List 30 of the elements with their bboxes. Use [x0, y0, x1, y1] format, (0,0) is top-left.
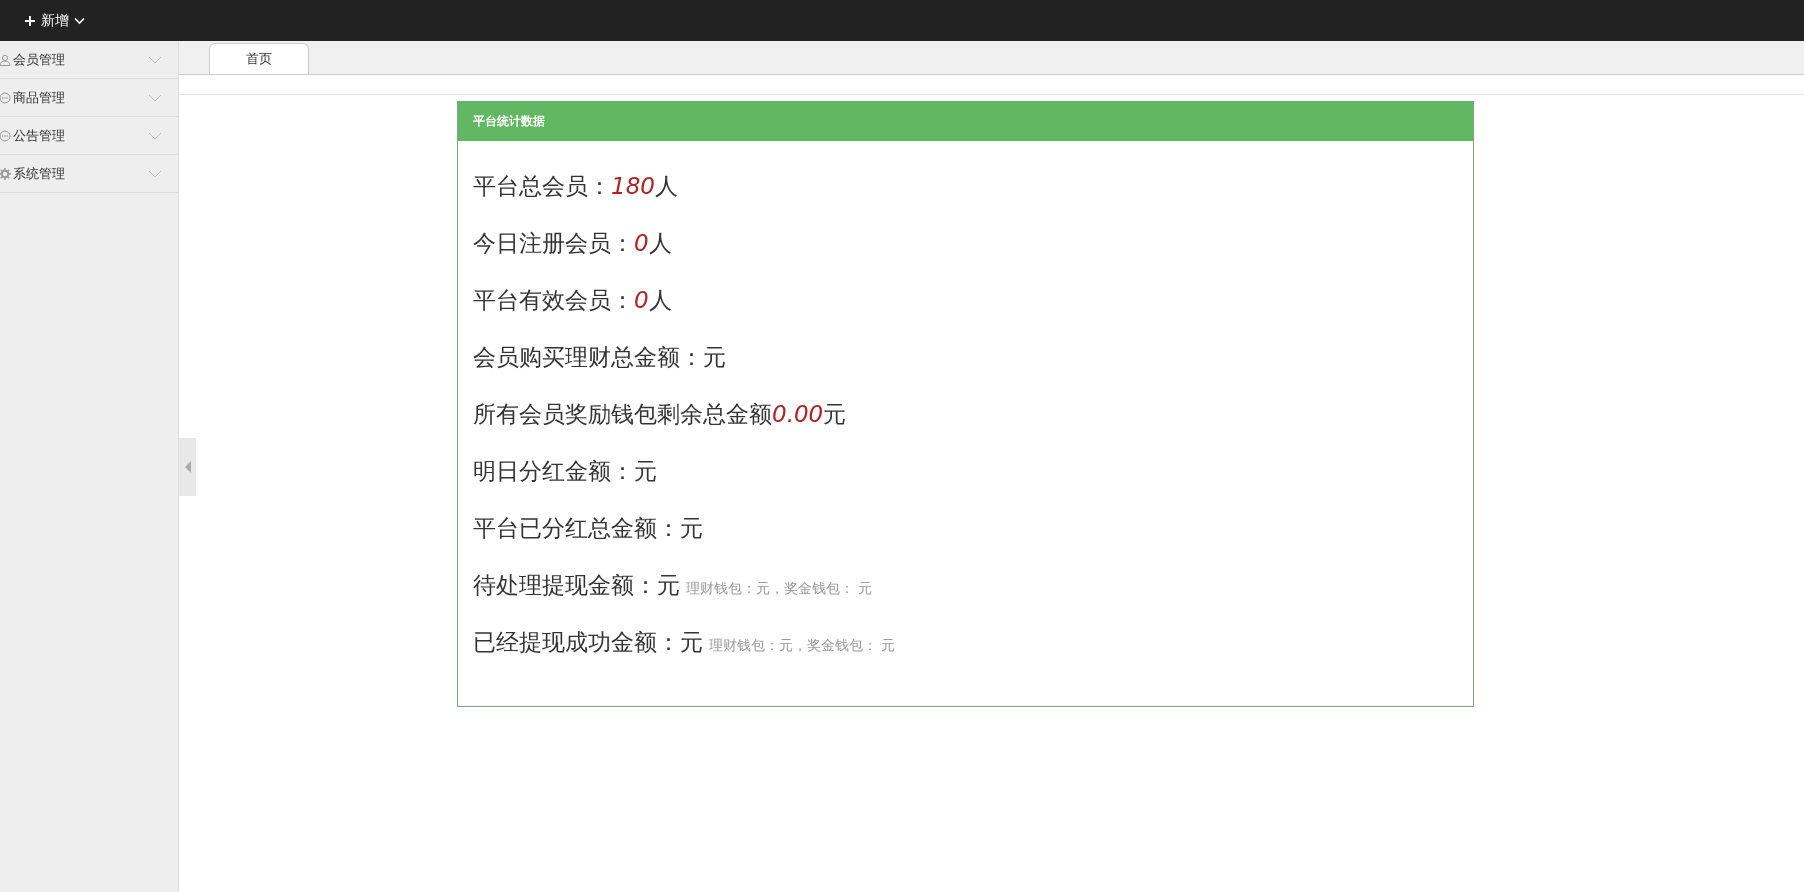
caret-icon	[74, 16, 85, 25]
note-text: 理财钱包：元，奖金钱包： 元	[709, 637, 896, 655]
stat-line: 待处理提现金额：元	[473, 571, 680, 600]
collapse-handle[interactable]	[179, 438, 196, 496]
chat-icon	[0, 91, 11, 104]
sidebar-item[interactable]: 系统管理	[0, 155, 178, 193]
sidebar-item[interactable]: 会员管理	[0, 41, 178, 79]
gear-icon	[0, 167, 11, 180]
new-button[interactable]: 新增	[24, 11, 85, 30]
stat-line: 明日分红金额：元	[473, 457, 657, 486]
chevron-icon	[148, 55, 162, 64]
chat-icon	[0, 129, 11, 142]
card-title: 平台统计数据	[473, 113, 545, 130]
triangle-icon	[183, 460, 192, 474]
stat-line: 已经提现成功金额：元	[473, 628, 703, 657]
stat-line: 平台有效会员：0人	[473, 286, 672, 315]
stat-line: 所有会员奖励钱包剩余总金额0.00元	[473, 400, 847, 429]
stat-line: 平台总会员：180人	[473, 172, 678, 201]
chevron-icon	[148, 169, 162, 178]
plus-icon	[24, 14, 36, 27]
stat-line: 平台已分红总金额：元	[473, 514, 703, 543]
stat-line: 今日注册会员：0人	[473, 229, 672, 258]
tab[interactable]: 首页	[209, 43, 309, 74]
sidebar-item[interactable]: 公告管理	[0, 117, 178, 155]
chevron-icon	[148, 93, 162, 102]
note-text: 理财钱包：元，奖金钱包： 元	[686, 580, 873, 598]
user-icon	[0, 53, 11, 66]
stat-line: 会员购买理财总金额：元	[473, 343, 726, 372]
chevron-icon	[148, 131, 162, 140]
sidebar-item[interactable]: 商品管理	[0, 79, 178, 117]
